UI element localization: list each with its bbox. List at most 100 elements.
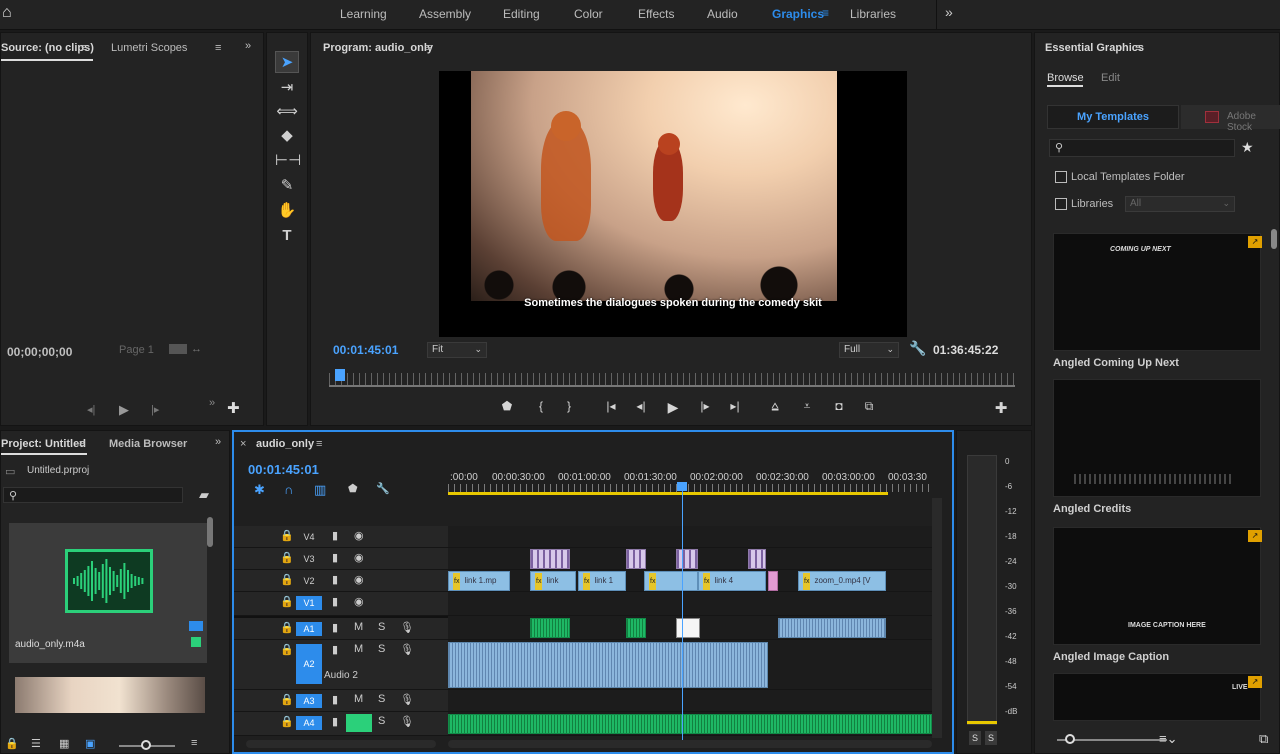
mark-in-icon[interactable]: { — [531, 399, 551, 413]
page-slider[interactable] — [169, 344, 187, 354]
solo-button[interactable]: S — [378, 621, 385, 633]
libraries-dropdown[interactable]: All ⌄ — [1125, 196, 1235, 212]
track-lane-v2[interactable]: fx link 1.mp fx link fx link 1 fx fx link 4 … — [448, 570, 932, 592]
work-area-bar[interactable] — [448, 492, 888, 495]
video-clip[interactable]: fx link — [530, 571, 576, 591]
track-lane-v4[interactable] — [448, 526, 932, 548]
solo-button[interactable]: S — [378, 643, 385, 655]
program-video-frame[interactable]: Sometimes the dialogues spoken during th… — [439, 71, 907, 337]
tab-libraries[interactable]: Libraries — [850, 7, 896, 21]
export-frame-icon[interactable]: ◘ — [829, 399, 849, 413]
program-current-timecode[interactable]: 00:01:45:01 — [333, 343, 398, 357]
audio-clip[interactable] — [530, 618, 570, 638]
lock-icon[interactable]: 🔒 — [280, 643, 294, 656]
graphic-clip[interactable] — [676, 549, 698, 569]
tab-learning[interactable]: Learning — [340, 7, 387, 21]
play-icon[interactable]: ▶ — [663, 399, 683, 416]
mark-out-icon[interactable]: } — [559, 399, 579, 413]
solo-right-button[interactable]: S — [985, 731, 997, 745]
track-select-tool-icon[interactable]: ⇥ — [275, 77, 299, 99]
timeline-playhead[interactable] — [682, 484, 683, 746]
sync-lock-icon[interactable]: ▮ — [332, 693, 338, 706]
tab-graphics[interactable]: Graphics — [772, 7, 824, 21]
razor-tool-icon[interactable]: ◆ — [275, 125, 299, 147]
sort-icon[interactable]: ≡ — [191, 737, 197, 749]
step-back-icon[interactable]: ◂| — [631, 399, 651, 413]
wrench-icon[interactable]: 🔧 — [376, 482, 390, 495]
lumetri-scopes-tab[interactable]: Lumetri Scopes — [111, 42, 187, 54]
timeline-vscroll[interactable] — [932, 498, 942, 738]
selection-tool-icon[interactable]: ➤ — [275, 51, 299, 73]
icon-view-icon[interactable]: ▦ — [59, 737, 69, 750]
mic-icon[interactable]: 🎙 — [400, 715, 414, 728]
add-button-icon[interactable]: ✚ — [227, 399, 240, 417]
sync-lock-icon[interactable]: ▮ — [332, 595, 338, 608]
video-clip[interactable] — [768, 571, 778, 591]
track-target-a2[interactable]: A2 — [296, 644, 322, 684]
template-name[interactable]: Angled Image Caption — [1053, 651, 1169, 663]
track-target-v2[interactable]: V2 — [296, 574, 322, 588]
mic-icon[interactable]: 🎙 — [400, 643, 414, 656]
slider-handle[interactable] — [1065, 734, 1075, 744]
source-timecode[interactable]: 00;00;00;00 — [7, 345, 72, 359]
my-templates-button[interactable]: My Templates — [1047, 105, 1179, 129]
project-search-input[interactable]: ⚲ — [3, 487, 183, 503]
home-icon[interactable]: ⌂ — [2, 4, 22, 24]
mute-button[interactable]: M — [354, 621, 363, 633]
media-browser-tab[interactable]: Media Browser — [109, 438, 187, 450]
play-icon[interactable]: ▶ — [119, 402, 129, 418]
extract-icon[interactable]: ⩡ — [797, 399, 817, 414]
sync-lock-icon[interactable]: ▮ — [332, 551, 338, 564]
video-clip[interactable]: fx — [644, 571, 698, 591]
eye-icon[interactable]: ◉ — [354, 595, 364, 608]
timeline-ruler[interactable] — [448, 484, 932, 492]
mic-icon[interactable]: 🎙 — [400, 693, 414, 706]
track-target-a4[interactable]: A4 — [296, 716, 322, 730]
eye-icon[interactable]: ◉ — [354, 551, 364, 564]
step-forward-icon[interactable]: |▸ — [695, 399, 715, 413]
template-scrollbar[interactable] — [1271, 229, 1277, 249]
sync-lock-icon[interactable]: ▮ — [332, 621, 338, 634]
lock-icon[interactable]: 🔒 — [280, 621, 294, 634]
adobe-stock-button[interactable]: Adobe Stock — [1181, 105, 1280, 133]
track-target-v1[interactable]: V1 — [296, 596, 322, 610]
video-clip-thumbnail[interactable] — [15, 677, 205, 713]
timeline-timecode[interactable]: 00:01:45:01 — [248, 462, 319, 477]
sync-lock-icon[interactable]: ▮ — [332, 643, 338, 656]
audio-clip[interactable] — [676, 618, 700, 638]
more-panels-icon[interactable]: » — [215, 436, 221, 448]
go-to-out-icon[interactable]: ▸| — [725, 399, 745, 413]
more-panels-icon[interactable]: » — [245, 40, 251, 52]
sync-lock-icon[interactable]: ▮ — [332, 529, 338, 542]
graphic-clip[interactable] — [748, 549, 766, 569]
mic-icon[interactable]: 🎙 — [400, 621, 414, 634]
track-lane-a3[interactable] — [448, 690, 932, 712]
more-workspaces-icon[interactable]: » — [945, 4, 953, 20]
linked-selection-icon[interactable]: ▥ — [314, 482, 326, 498]
template-thumbnail[interactable]: LIVE ↗ — [1053, 673, 1262, 721]
panel-menu-icon[interactable]: ≡ — [79, 438, 85, 450]
add-marker-icon[interactable]: ⬟ — [348, 482, 358, 495]
lock-icon[interactable]: 🔒 — [5, 737, 19, 750]
clip-color-label[interactable] — [191, 637, 201, 647]
lock-icon[interactable]: 🔒 — [280, 693, 294, 706]
sync-lock-icon[interactable]: ▮ — [332, 573, 338, 586]
graphic-clip[interactable] — [626, 549, 646, 569]
program-playhead[interactable] — [335, 369, 345, 381]
track-lane-a2[interactable] — [448, 640, 932, 690]
sequence-tab[interactable]: audio_only — [256, 438, 314, 450]
snap-icon[interactable]: ✱ — [254, 482, 265, 498]
freeform-view-icon[interactable]: ▣ — [85, 737, 95, 750]
track-header-scroll[interactable] — [246, 740, 436, 748]
lock-icon[interactable]: 🔒 — [280, 551, 294, 564]
libraries-checkbox[interactable] — [1055, 198, 1067, 210]
track-lane-a1[interactable] — [448, 616, 932, 640]
quality-dropdown[interactable]: Full ⌄ — [839, 342, 899, 358]
tab-assembly[interactable]: Assembly — [419, 7, 471, 21]
step-forward-icon[interactable]: |▸ — [151, 403, 159, 416]
template-thumbnail[interactable]: COMING UP NEXT ↗ — [1053, 233, 1262, 351]
track-target-v3[interactable]: V3 — [296, 552, 322, 566]
hand-tool-icon[interactable]: ✋ — [275, 200, 299, 222]
essential-graphics-title[interactable]: Essential Graphics — [1045, 42, 1144, 54]
project-tab[interactable]: Project: Untitled — [1, 438, 86, 450]
